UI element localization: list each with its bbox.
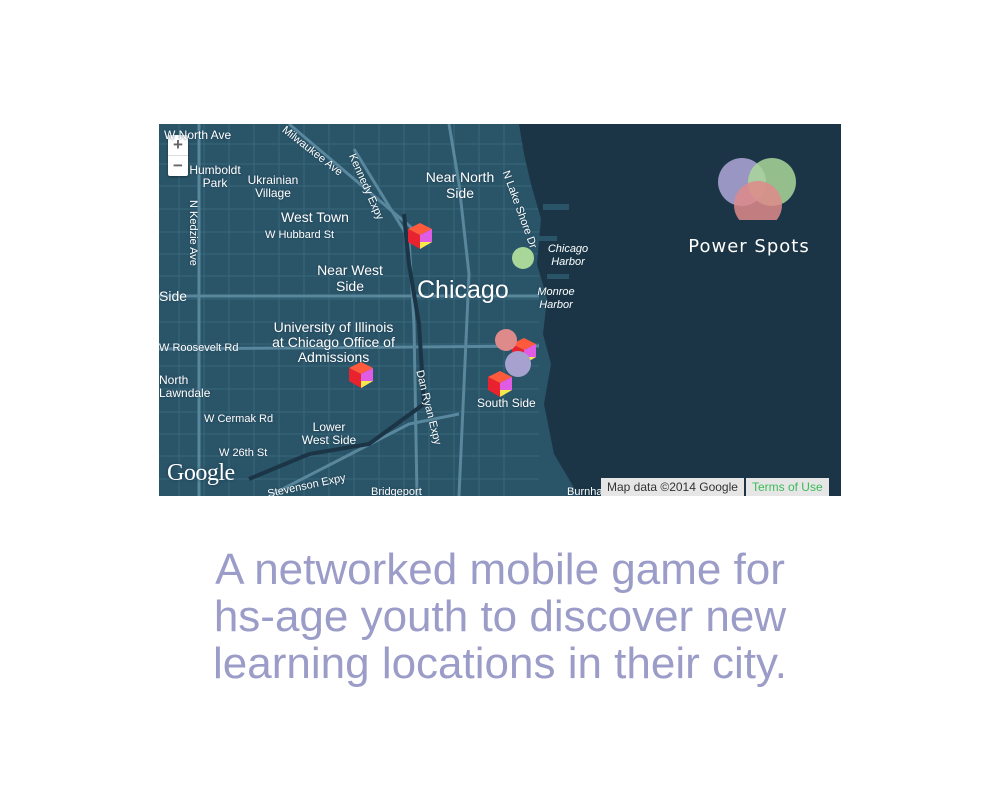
map-label: W Roosevelt Rd	[159, 342, 239, 354]
map-label: Monroe Harbor	[537, 286, 575, 311]
map-label: W North Ave	[164, 128, 232, 142]
map-label: Bridgeport	[371, 486, 422, 496]
brand-name: Power Spots	[688, 236, 810, 257]
power-spot-red-icon[interactable]	[494, 328, 518, 352]
map-label: Humboldt Park	[189, 163, 241, 190]
cube-icon[interactable]	[345, 359, 377, 391]
power-spots-logo	[718, 158, 796, 220]
map-label: W 26th St	[219, 447, 268, 459]
map-data-credit: Map data ©2014 Google	[601, 478, 744, 496]
map-label: Lower West Side	[301, 420, 357, 447]
map-label: University of Illinois at Chicago Office…	[272, 319, 395, 365]
map-label: Near North Side	[425, 169, 495, 201]
cube-icon[interactable]	[404, 220, 436, 252]
map-label: North Lawndale	[159, 373, 211, 400]
map-label: W Hubbard St	[265, 229, 335, 241]
terms-of-use-link[interactable]: Terms of Use	[745, 478, 829, 496]
map-label: West Town	[281, 209, 349, 225]
map-label: Chicago Harbor	[547, 243, 589, 268]
map-attribution: Map data ©2014 Google Terms of Use	[601, 478, 829, 496]
project-description: A networked mobile game for hs-age youth…	[160, 546, 840, 687]
map-label: N Kedzie Ave	[187, 200, 199, 266]
caption-line: hs-age youth to discover new	[213, 592, 787, 641]
map-label: Near West Side	[317, 262, 383, 294]
power-spot-purple-icon[interactable]	[504, 350, 532, 378]
caption-line: learning locations in their city.	[213, 639, 787, 688]
caption-line: A networked mobile game for	[215, 545, 785, 594]
city-label: Chicago	[417, 276, 509, 304]
map-label: Side	[159, 288, 188, 304]
power-spot-green-icon[interactable]	[511, 246, 535, 270]
city-map[interactable]: + − W North Ave Humboldt Park Ukrainian …	[159, 124, 841, 496]
map-label: Ukrainian Village	[247, 173, 299, 200]
map-label: W Cermak Rd	[204, 413, 274, 425]
google-logo: Google	[167, 460, 235, 486]
